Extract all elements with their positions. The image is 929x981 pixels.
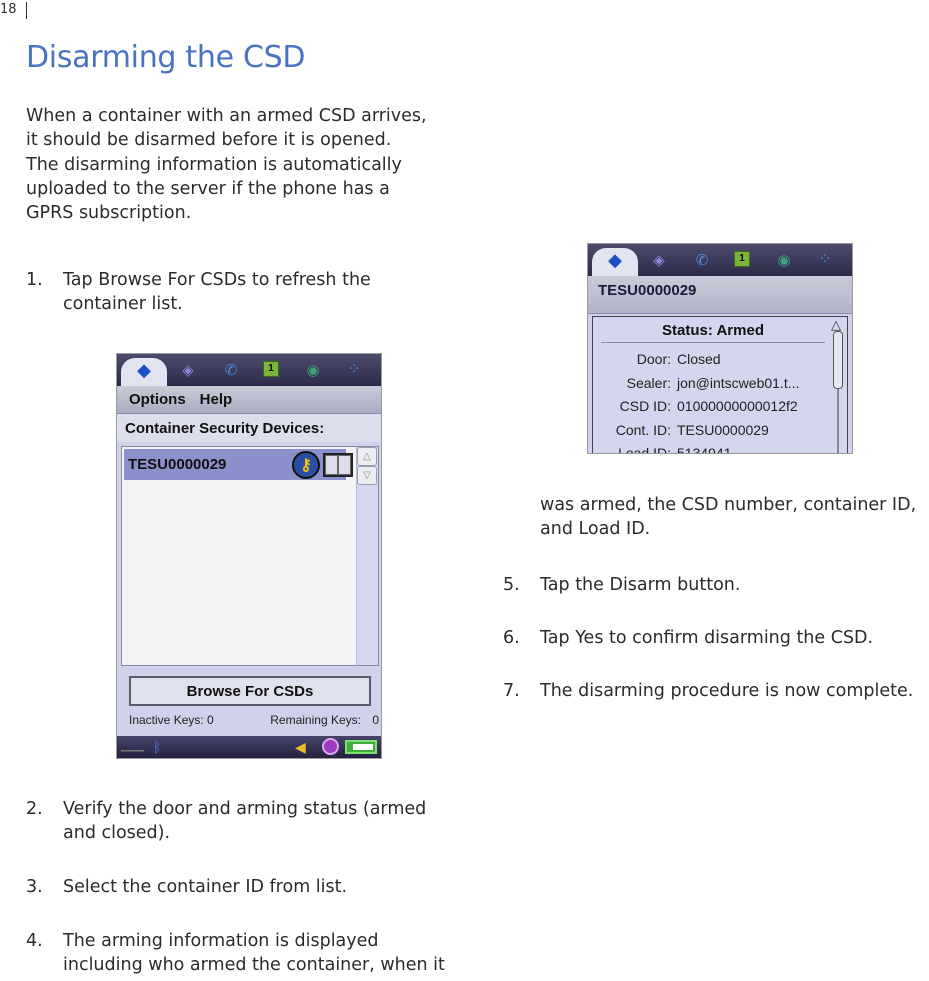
app-tab-bar: ◆ ◈ ✆ 1 ◉ ⁘ <box>117 354 381 386</box>
detail-field: CSD ID: 01000000000012f2 <box>593 395 823 417</box>
field-value: 5134941 <box>677 445 732 454</box>
step-line: The disarming procedure is now complete. <box>540 681 914 701</box>
remaining-keys: Remaining Keys: 0 <box>270 713 379 727</box>
step-line: and closed). <box>63 823 171 844</box>
step-number: 7. <box>503 681 520 701</box>
step-line: Select the container ID from list. <box>63 877 348 897</box>
battery-icon <box>345 740 377 754</box>
device-status-bar: ▁▁▁ ᛒ ◀ <box>117 736 381 758</box>
step-number: 1. <box>26 270 43 290</box>
app-tab-bar: ◆ ◈ ✆ 1 ◉ ⁘ <box>588 244 852 276</box>
signal-icon: ▁▁▁ <box>121 741 145 752</box>
field-value: 01000000000012f2 <box>677 398 798 414</box>
field-value: jon@intscweb01.t... <box>677 374 800 391</box>
home-icon[interactable]: ◆ <box>134 361 154 379</box>
intro-line: The disarming information is automatical… <box>26 154 402 175</box>
phone-icon[interactable]: ✆ <box>221 361 241 379</box>
step-line: Tap the Disarm button. <box>540 575 741 595</box>
list-item[interactable]: TESU0000029 ⚷ <box>124 449 353 480</box>
scroll-up-button[interactable]: △ <box>357 447 377 466</box>
field-value: TESU0000029 <box>677 421 769 438</box>
home-icon[interactable]: ◆ <box>605 251 625 269</box>
step-line: and Load ID. <box>540 519 651 540</box>
web-icon[interactable]: ◉ <box>774 251 794 269</box>
intro-line: When a container with an armed CSD arriv… <box>26 106 427 126</box>
section-label: Container Security Devices: <box>117 414 381 442</box>
container-list-screenshot: ◆ ◈ ✆ 1 ◉ ⁘ Options Help Container Secur… <box>116 353 382 759</box>
field-label: Load ID: <box>618 445 671 454</box>
step-line: Verify the door and arming status (armed <box>63 799 427 819</box>
web-icon[interactable]: ◉ <box>303 361 323 379</box>
page-number: 18 <box>0 2 17 17</box>
step-line: including who armed the container, when … <box>63 955 445 976</box>
scroll-thumb[interactable] <box>833 331 843 389</box>
phone-icon[interactable]: ✆ <box>692 251 712 269</box>
step-line: container list. <box>63 294 183 315</box>
door-closed-icon <box>323 453 353 477</box>
container-id-header: TESU0000029 <box>588 276 852 314</box>
field-label: CSD ID: <box>619 398 671 414</box>
step-number: 5. <box>503 575 520 595</box>
detail-field: Door: Closed <box>593 348 823 370</box>
intro-paragraph: When a container with an armed CSD arriv… <box>26 104 476 225</box>
page-title: Disarming the CSD <box>26 40 306 75</box>
apps-icon[interactable]: ⁘ <box>344 361 364 379</box>
messages-icon[interactable]: ◈ <box>649 251 669 269</box>
bluetooth-icon: ᛒ <box>153 739 162 755</box>
remaining-keys-value: 0 <box>372 713 379 727</box>
detail-field: Sealer: jon@intscweb01.t... <box>593 372 823 394</box>
step-line: was armed, the CSD number, container ID, <box>540 495 917 515</box>
intro-line: uploaded to the server if the phone has … <box>26 178 390 199</box>
speaker-icon: ◀ <box>295 739 306 755</box>
field-label: Door: <box>636 351 671 367</box>
status-panel: Status: Armed Door: Closed Sealer: jon@ints… <box>592 316 848 454</box>
field-label: Cont. ID: <box>615 421 671 438</box>
list-scrollbar[interactable]: △ ▽ <box>356 447 378 665</box>
keys-summary: Inactive Keys: 0 Remaining Keys: 0 <box>129 710 379 730</box>
clock-icon <box>322 738 339 755</box>
field-label: Sealer: <box>626 374 671 391</box>
menu-bar: Options Help <box>117 386 381 414</box>
inactive-keys: Inactive Keys: 0 <box>129 713 214 727</box>
step-number: 2. <box>26 799 43 819</box>
step-line: The arming information is displayed <box>63 931 379 951</box>
container-id: TESU0000029 <box>128 456 227 473</box>
step-line: Tap Yes to confirm disarming the CSD. <box>540 628 874 648</box>
step-number: 4. <box>26 931 43 951</box>
detail-scrollbar[interactable]: △▽ <box>831 317 845 453</box>
detail-field: Cont. ID: TESU0000029 <box>593 419 823 441</box>
key-icon: ⚷ <box>292 451 320 479</box>
scroll-down-button[interactable]: ▽ <box>357 466 377 485</box>
step-line: Tap Browse For CSDs to refresh the <box>63 270 371 290</box>
disarm-screen: ◆ ◈ ✆ 1 ◉ ⁘ TESU0000029 Status: Armed Do… <box>587 243 853 454</box>
intro-line: it should be disarmed before it is opene… <box>26 130 392 151</box>
browse-for-csds-button[interactable]: Browse For CSDs <box>129 676 371 706</box>
menu-help[interactable]: Help <box>200 391 233 408</box>
remaining-keys-label: Remaining Keys: <box>270 713 361 727</box>
detail-field: Load ID: 5134941 <box>593 442 823 454</box>
csd-list: TESU0000029 ⚷ △ ▽ <box>121 446 379 666</box>
step-number: 3. <box>26 877 43 897</box>
menu-options[interactable]: Options <box>129 391 186 408</box>
intro-line: GPRS subscription. <box>26 203 192 224</box>
apps-icon[interactable]: ⁘ <box>815 251 835 269</box>
step-number: 6. <box>503 628 520 648</box>
messages-icon[interactable]: ◈ <box>178 361 198 379</box>
calendar-icon[interactable]: 1 <box>734 251 750 267</box>
field-value: Closed <box>677 351 721 367</box>
status-heading: Status: Armed <box>601 317 825 343</box>
calendar-icon[interactable]: 1 <box>263 361 279 377</box>
page-number-divider <box>26 2 27 19</box>
